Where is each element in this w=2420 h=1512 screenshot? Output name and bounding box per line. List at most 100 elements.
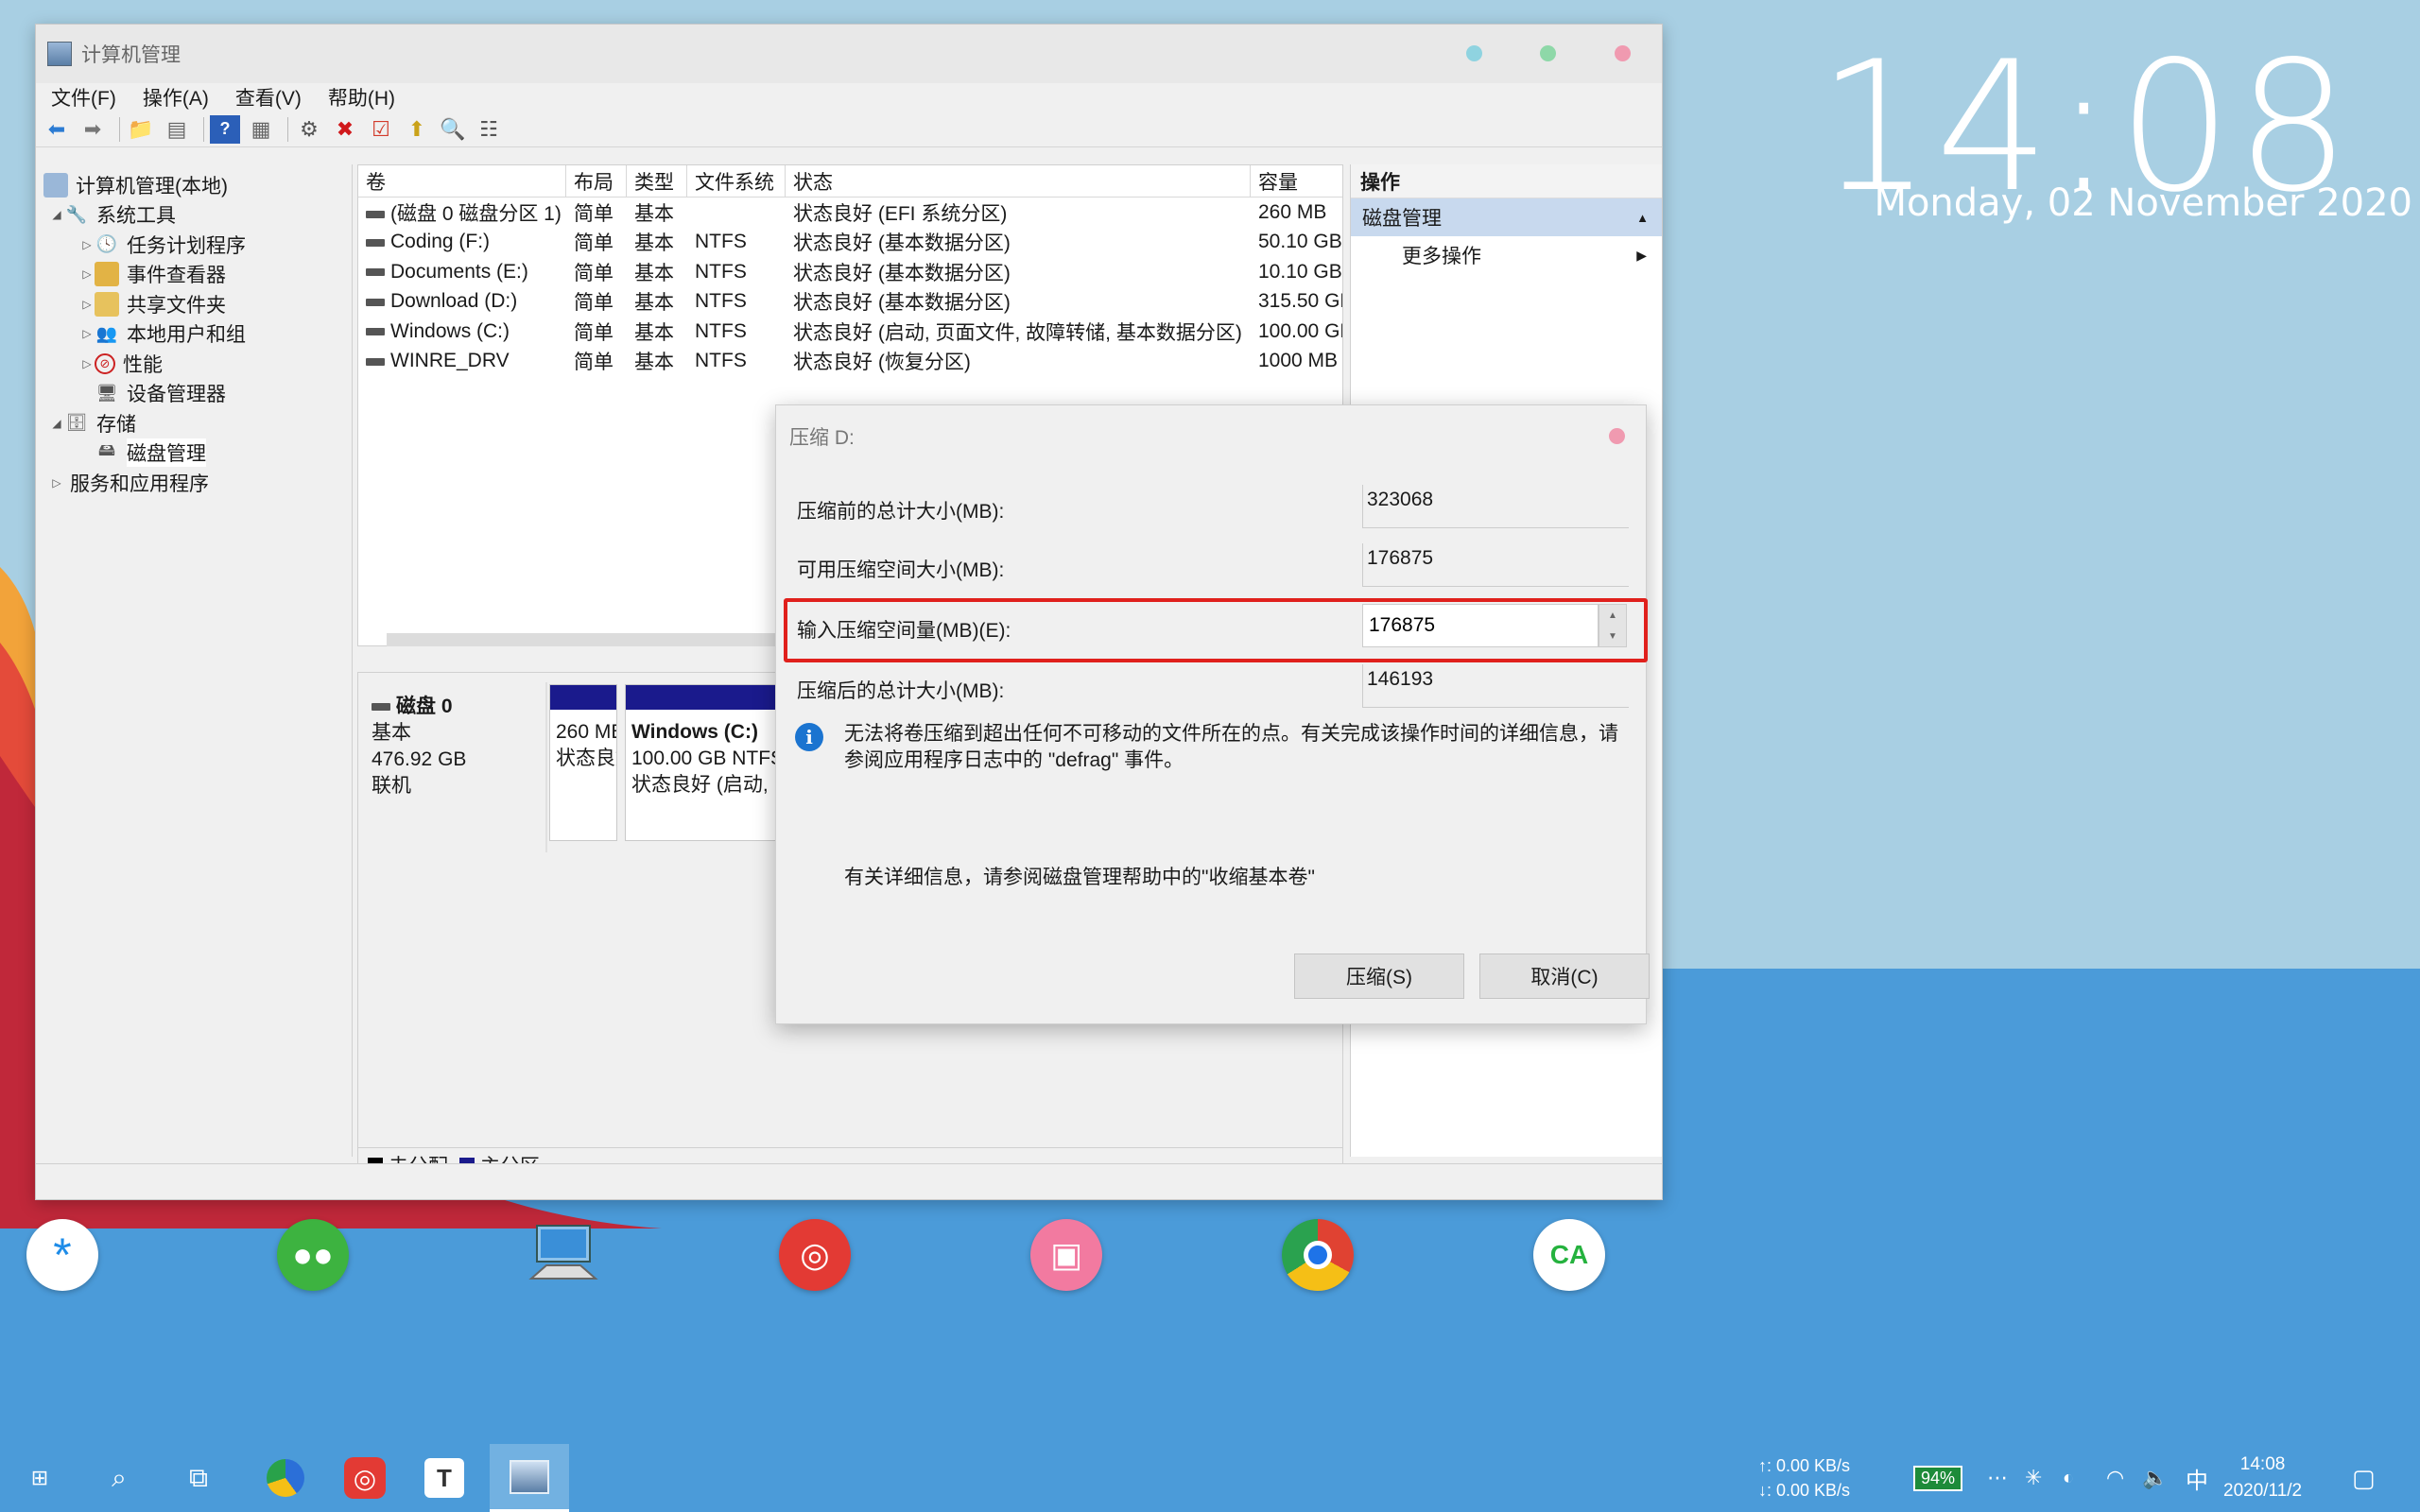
volume-row[interactable]: (磁盘 0 磁盘分区 1) 简单 基本 状态良好 (EFI 系统分区) 260 MB	[358, 198, 1342, 228]
menu-help[interactable]: 帮助(H)	[328, 83, 395, 112]
dialog-titlebar[interactable]: 压缩 D:	[776, 405, 1646, 468]
tree-item-device-manager[interactable]: 🖥 设备管理器	[36, 379, 352, 409]
menu-file[interactable]: 文件(F)	[51, 83, 116, 112]
back-arrow-icon[interactable]: ⬅	[42, 115, 72, 144]
shrink-button[interactable]: 压缩(S)	[1294, 954, 1464, 999]
show-hide-tree-icon[interactable]: ▤	[162, 115, 192, 144]
drive-icon	[366, 357, 385, 366]
partition-windows-c[interactable]: Windows (C:) 100.00 GB NTFS 状态良好 (启动,	[625, 684, 776, 841]
tree-item-performance[interactable]: ▷ ⊘ 性能	[36, 349, 352, 379]
forward-arrow-icon[interactable]: ➡	[78, 115, 108, 144]
search-icon[interactable]: 🔍	[438, 115, 468, 144]
export-icon[interactable]: ⬆	[402, 115, 432, 144]
menu-action[interactable]: 操作(A)	[143, 83, 209, 112]
computer-management-icon	[47, 42, 72, 66]
maximize-button[interactable]	[1540, 45, 1556, 61]
volume-row[interactable]: Windows (C:) 简单 基本 NTFS 状态良好 (启动, 页面文件, 故障转储…	[358, 317, 1342, 347]
taskbar-computer-management[interactable]	[490, 1444, 569, 1512]
tree-item-services-apps[interactable]: ▷ 服务和应用程序	[36, 468, 352, 498]
minimize-button[interactable]	[1466, 45, 1482, 61]
column-header-status[interactable]: 状态	[786, 165, 1251, 197]
column-header-filesystem[interactable]: 文件系统	[687, 165, 786, 197]
cancel-button[interactable]: 取消(C)	[1479, 954, 1650, 999]
window-titlebar[interactable]: 计算机管理	[36, 25, 1662, 83]
tree-item-storage[interactable]: ◢ 🗄 存储	[36, 408, 352, 438]
disk-info[interactable]: 磁盘 0 基本 476.92 GB 联机	[358, 682, 547, 852]
column-header-volume[interactable]: 卷	[358, 165, 566, 197]
wechat-icon[interactable]: ●●	[277, 1219, 349, 1291]
tree-item-disk-management[interactable]: 🖴 磁盘管理	[36, 438, 352, 469]
connect-drive-icon[interactable]: ⚙	[294, 115, 324, 144]
actions-more-label: 更多操作	[1402, 246, 1481, 267]
menu-view[interactable]: 查看(V)	[235, 83, 302, 112]
drive-icon	[366, 268, 385, 277]
horizontal-scrollbar[interactable]	[387, 633, 803, 646]
expand-triangle-icon[interactable]: ▷	[79, 238, 95, 251]
expand-triangle-icon[interactable]: ▷	[79, 267, 95, 281]
tree-item-computer-management[interactable]: 计算机管理(本地)	[36, 170, 352, 200]
taskbar-clock[interactable]: 14:08 2020/11/2	[2223, 1444, 2302, 1512]
expand-triangle-icon[interactable]: ▷	[79, 298, 95, 311]
netease-music-icon[interactable]: ◎	[779, 1219, 851, 1291]
bilibili-icon[interactable]: ▣	[1030, 1219, 1102, 1291]
volume-type: 基本	[634, 292, 674, 315]
partition-status: 状态良好 (启动,	[631, 774, 769, 796]
star-tray-icon[interactable]: ✳	[2025, 1444, 2042, 1512]
search-icon[interactable]: ⌕	[79, 1444, 159, 1512]
more-icon[interactable]: ⋯	[1987, 1444, 2008, 1512]
volume-row[interactable]: Download (D:) 简单 基本 NTFS 状态良好 (基本数据分区) 315.50…	[358, 287, 1342, 318]
volume-icon[interactable]: 🔈	[2142, 1444, 2168, 1512]
column-header-type[interactable]: 类型	[627, 165, 687, 197]
actions-more[interactable]: 更多操作 ▶	[1351, 236, 1662, 274]
tree-item-shared-folders[interactable]: ▷ 共享文件夹	[36, 289, 352, 319]
computer-icon[interactable]	[527, 1219, 599, 1291]
tree-item-event-viewer[interactable]: ▷ 事件查看器	[36, 260, 352, 290]
taskbar-typora-icon[interactable]: T	[405, 1444, 484, 1512]
spin-down-icon[interactable]: ▼	[1608, 631, 1617, 642]
partition-size: 100.00 GB NTFS	[631, 747, 775, 769]
expand-triangle-icon[interactable]: ▷	[79, 357, 95, 370]
collapse-triangle-icon[interactable]: ◢	[49, 417, 64, 430]
start-icon[interactable]: ⊞	[0, 1444, 79, 1512]
shrink-amount-input[interactable]	[1362, 604, 1599, 647]
ca-app-icon[interactable]: CA	[1533, 1219, 1605, 1291]
partition-efi[interactable]: 260 MB 状态良好	[549, 684, 617, 841]
chrome-icon[interactable]	[1282, 1219, 1354, 1291]
asterisk-app-icon[interactable]: *	[26, 1219, 98, 1291]
close-button[interactable]	[1615, 45, 1631, 61]
tree-item-system-tools[interactable]: ◢ 🔧 系统工具	[36, 200, 352, 231]
expand-triangle-icon[interactable]: ▷	[49, 476, 64, 490]
volume-layout: 简单	[574, 292, 614, 315]
help-icon[interactable]: ?	[210, 114, 240, 144]
spin-up-icon[interactable]: ▲	[1608, 610, 1617, 621]
delete-icon[interactable]: ✖	[330, 115, 360, 144]
taskbar-music-icon[interactable]: ◎	[325, 1444, 405, 1512]
volume-row[interactable]: Coding (F:) 简单 基本 NTFS 状态良好 (基本数据分区) 50.10 GB	[358, 228, 1342, 258]
taskbar-browser-icon[interactable]	[246, 1444, 325, 1512]
column-header-capacity[interactable]: 容量	[1251, 165, 1342, 197]
show-hide-action-pane-icon[interactable]: ▦	[246, 115, 276, 144]
tree-item-task-scheduler[interactable]: ▷ 🕓 任务计划程序	[36, 230, 352, 260]
tools-icon: 🔧	[65, 204, 88, 224]
collapse-triangle-icon[interactable]: ◢	[49, 208, 64, 221]
volume-row[interactable]: Documents (E:) 简单 基本 NTFS 状态良好 (基本数据分区) 10.10…	[358, 257, 1342, 287]
collapse-up-icon[interactable]: ▲	[1636, 211, 1649, 225]
shrink-amount-spinner[interactable]: ▲ ▼	[1599, 604, 1627, 647]
tree-item-local-users[interactable]: ▷ 👥 本地用户和组	[36, 319, 352, 350]
ime-indicator[interactable]: 中	[2186, 1444, 2208, 1512]
wifi-icon[interactable]: ◠	[2106, 1444, 2124, 1512]
task-view-icon[interactable]: ⧉	[159, 1444, 238, 1512]
column-header-layout[interactable]: 布局	[566, 165, 627, 197]
battery-indicator[interactable]: 94%	[1913, 1444, 1963, 1512]
wechat-tray-icon[interactable]: ◐	[2063, 1444, 2074, 1512]
check-icon[interactable]: ☑	[366, 115, 396, 144]
expand-triangle-icon[interactable]: ▷	[79, 327, 95, 340]
volume-row[interactable]: WINRE_DRV 简单 基本 NTFS 状态良好 (恢复分区) 1000 MB	[358, 347, 1342, 377]
properties-icon[interactable]: ☷	[474, 115, 504, 144]
toolbar-separator	[203, 116, 204, 142]
actions-section-disk-management[interactable]: 磁盘管理 ▲	[1351, 198, 1662, 236]
dialog-close-button[interactable]	[1609, 428, 1625, 444]
notification-icon[interactable]: ▢	[2352, 1444, 2376, 1512]
app-dock: * ●● ◎ ▣ CA	[0, 1219, 1626, 1295]
up-folder-icon[interactable]: 📁	[126, 115, 156, 144]
